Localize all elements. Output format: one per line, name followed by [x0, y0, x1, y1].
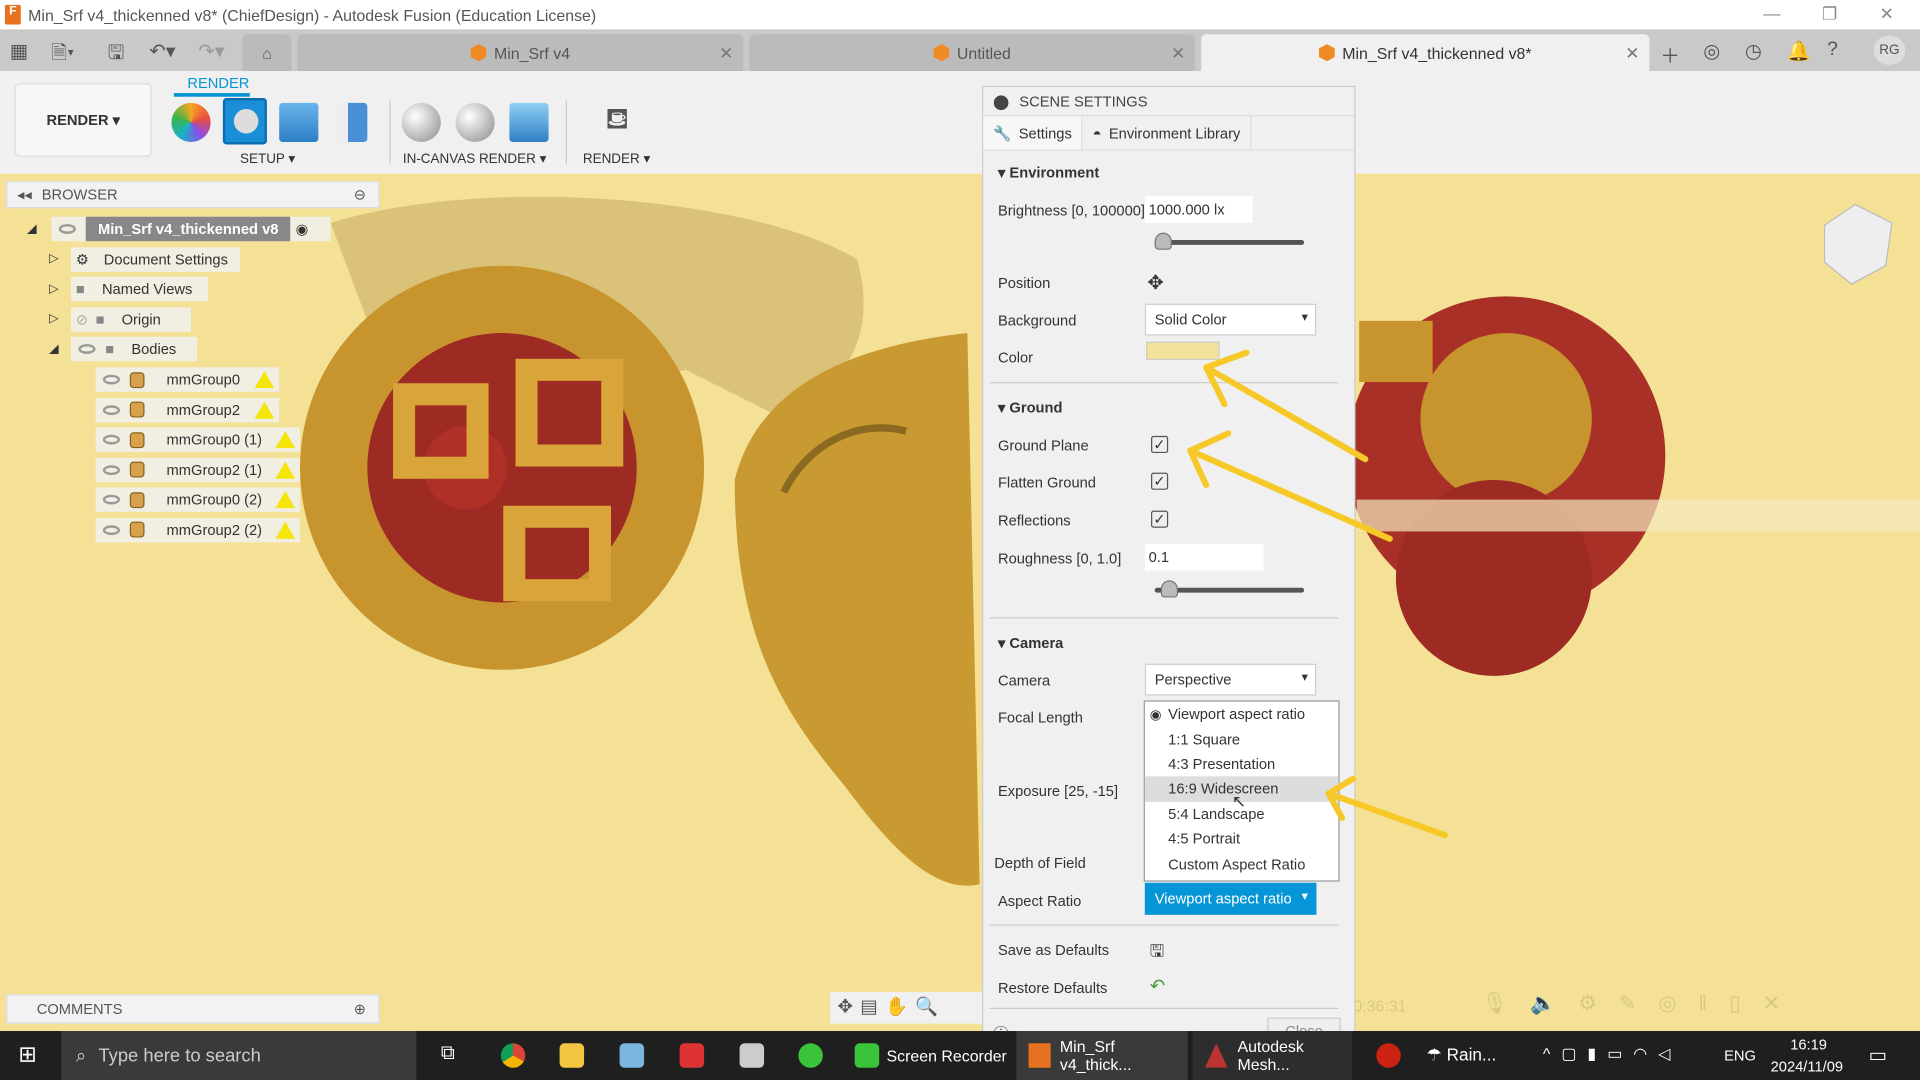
app-label: Screen Recorder	[886, 1046, 1007, 1065]
search-placeholder: Type here to search	[98, 1045, 261, 1066]
notification-center-icon[interactable]: ▭	[1869, 1043, 1888, 1067]
weather-label: Rain...	[1446, 1044, 1497, 1065]
search-icon: ⌕	[75, 1045, 87, 1066]
taskbar-search[interactable]: ⌕ Type here to search	[61, 1031, 417, 1080]
system-tray[interactable]: ^▢▮▭◠◁	[1543, 1044, 1682, 1064]
app-icon-red[interactable]	[1376, 1043, 1401, 1068]
file-explorer-icon[interactable]	[559, 1043, 585, 1068]
windows-start-icon[interactable]: ⊞	[18, 1042, 36, 1068]
clock-time[interactable]: 16:19	[1790, 1036, 1827, 1053]
snipping-tool-icon[interactable]	[679, 1043, 705, 1068]
language-indicator[interactable]: ENG	[1724, 1047, 1756, 1064]
mouse-cursor: ↖	[1231, 791, 1247, 811]
screen-recorder-icon	[854, 1043, 880, 1068]
clock-date[interactable]: 2024/11/09	[1771, 1058, 1843, 1075]
taskbar-screen-recorder[interactable]: Screen Recorder	[854, 1043, 1007, 1068]
fusion-icon	[1028, 1043, 1051, 1068]
weather-widget[interactable]: ☂ Rain...	[1427, 1044, 1497, 1065]
windows-taskbar: ⊞ ⌕ Type here to search ⧉ Screen Recorder…	[0, 1031, 1920, 1080]
paint-icon[interactable]	[739, 1043, 765, 1068]
taskbar-meshmixer[interactable]: Autodesk Mesh...	[1192, 1031, 1352, 1080]
notepad-icon[interactable]	[619, 1043, 645, 1068]
chrome-icon[interactable]	[500, 1043, 526, 1068]
app-icon-green[interactable]	[798, 1043, 823, 1068]
app-label: Min_Srf v4_thick...	[1059, 1037, 1132, 1074]
annotation-arrows	[1187, 349, 1448, 839]
task-view-icon[interactable]: ⧉	[441, 1043, 455, 1065]
rain-icon: ☂	[1426, 1044, 1447, 1065]
app-label: Autodesk Mesh...	[1237, 1037, 1304, 1074]
taskbar-fusion[interactable]: Min_Srf v4_thick...	[1016, 1031, 1188, 1080]
meshmixer-icon	[1204, 1043, 1228, 1068]
